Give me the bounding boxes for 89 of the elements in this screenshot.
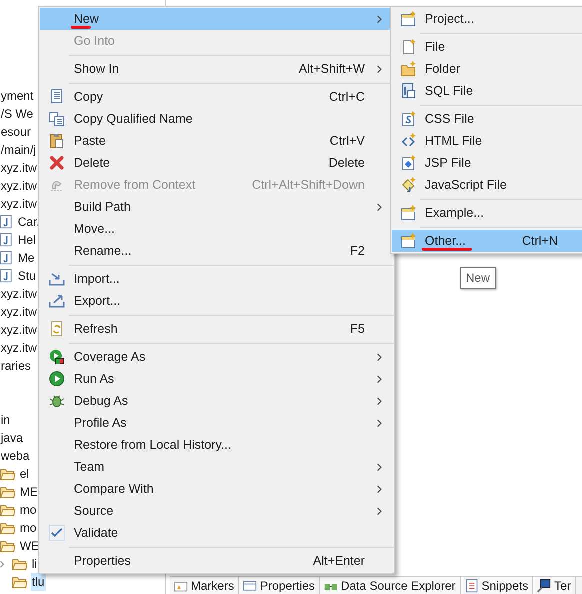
menu-item[interactable]: Source — [40, 500, 393, 522]
menu-item[interactable]: Restore from Local History... — [40, 434, 393, 456]
menu-item[interactable]: Copy Ctrl+C — [40, 86, 393, 108]
tray-arrow-icon — [49, 271, 65, 287]
tree-item[interactable]: mo — [19, 501, 38, 519]
tree-item[interactable]: tlu — [31, 573, 46, 591]
play-icon — [49, 371, 65, 387]
menu-item[interactable]: Delete Delete — [40, 152, 393, 174]
panel-tab[interactable]: Data Source Explorer — [320, 577, 461, 594]
menu-item[interactable]: HTML File — [392, 130, 582, 152]
tree-item[interactable]: li — [31, 555, 38, 573]
menu-item[interactable]: Coverage As — [40, 346, 393, 368]
tree-item[interactable]: xyz.itw — [0, 177, 38, 195]
menu-item[interactable]: JSP File — [392, 152, 582, 174]
refresh-icon — [49, 321, 65, 337]
tree-item[interactable]: Stu — [17, 267, 38, 285]
menu-item[interactable]: Run As — [40, 368, 393, 390]
page-icon — [49, 89, 65, 105]
tree-item[interactable]: java — [0, 429, 24, 447]
tree-item[interactable]: el — [19, 465, 30, 483]
menu-item[interactable]: Show In Alt+Shift+W — [40, 58, 393, 80]
menu-item[interactable]: Profile As — [40, 412, 393, 434]
menu-item[interactable]: Export... — [40, 290, 393, 312]
tree-item[interactable]: weba — [0, 447, 31, 465]
tree-item[interactable]: /S We — [0, 105, 34, 123]
panel-tab[interactable]: Properties — [239, 577, 320, 594]
panel-tab[interactable]: Ter — [533, 577, 576, 594]
tree-item[interactable]: Hel — [17, 231, 38, 249]
list-icon — [464, 578, 479, 592]
checkmark-icon — [49, 525, 65, 541]
menu-item[interactable]: Team — [40, 456, 393, 478]
x-icon — [49, 155, 65, 171]
monitor-icon — [537, 578, 552, 592]
menu-item[interactable]: Import... — [40, 268, 393, 290]
expand-chevron-icon[interactable] — [0, 560, 6, 568]
bug-icon — [49, 393, 65, 409]
tree-item[interactable]: yment — [0, 87, 35, 105]
panel-tab[interactable]: Markers — [170, 577, 240, 594]
menu-item[interactable]: JavaScript File — [392, 174, 582, 196]
code-brackets-icon — [400, 133, 416, 149]
tree-item[interactable]: WE — [19, 537, 40, 555]
folder-sparkle-icon — [400, 61, 416, 77]
tree-item[interactable]: xyz.itw — [0, 285, 38, 303]
panel-tab[interactable]: Snippets — [460, 577, 534, 594]
menu-item[interactable]: Copy Qualified Name — [40, 108, 393, 130]
tree-item[interactable]: /main/j — [0, 141, 38, 159]
tree-item[interactable]: ME — [19, 483, 39, 501]
window-sparkle-icon — [400, 233, 416, 249]
tree-item[interactable]: xyz.itw — [0, 303, 38, 321]
tree-item[interactable]: Me — [17, 249, 36, 267]
tooltip: New — [460, 267, 496, 289]
menu-item[interactable]: Move... — [40, 218, 393, 240]
menu-item[interactable]: Debug As — [40, 390, 393, 412]
menu-item[interactable]: Rename... F2 — [40, 240, 393, 262]
menu-item[interactable]: Refresh F5 — [40, 318, 393, 340]
css-file-icon — [400, 111, 416, 127]
menu-item[interactable]: Validate — [40, 522, 393, 544]
menu-item[interactable]: Other... Ctrl+N — [392, 230, 582, 252]
menu-item[interactable]: Paste Ctrl+V — [40, 130, 393, 152]
diamond-file-icon — [400, 155, 416, 171]
menu-item[interactable]: Example... — [392, 202, 582, 224]
menu-item[interactable]: CSS File — [392, 108, 582, 130]
window-sparkle-icon — [400, 11, 416, 27]
menu-item[interactable]: Folder — [392, 58, 582, 80]
menu-item[interactable]: Project... — [392, 8, 582, 30]
tree-item[interactable]: esour — [0, 123, 32, 141]
menu-item[interactable]: Properties Alt+Enter — [40, 550, 393, 572]
play-bar-icon — [49, 349, 65, 365]
tray-arrow-icon — [49, 293, 65, 309]
tree-item[interactable]: Car. — [17, 213, 42, 231]
table-icon — [243, 578, 258, 592]
tree-item[interactable]: xyz.itw — [0, 339, 38, 357]
menu-item[interactable]: SQL File — [392, 80, 582, 102]
clipboard-icon — [49, 133, 65, 149]
tree-item[interactable]: xyz.itw — [0, 195, 38, 213]
tree-item[interactable]: xyz.itw — [0, 321, 38, 339]
tree-item[interactable]: mo — [19, 519, 38, 537]
script-sparkle-icon — [400, 177, 416, 193]
menu-item[interactable]: New — [40, 8, 393, 30]
menu-item[interactable]: Compare With — [40, 478, 393, 500]
tree-item[interactable]: in — [0, 411, 12, 429]
tree-item[interactable]: xyz.itw — [0, 159, 38, 177]
menu-item[interactable]: Build Path — [40, 196, 393, 218]
file-sparkle-icon — [400, 39, 416, 55]
database-file-icon — [400, 83, 416, 99]
tree-item[interactable]: raries — [0, 357, 32, 375]
menu-item[interactable]: File — [392, 36, 582, 58]
pages-icon — [49, 111, 65, 127]
window-sparkle-icon — [400, 205, 416, 221]
